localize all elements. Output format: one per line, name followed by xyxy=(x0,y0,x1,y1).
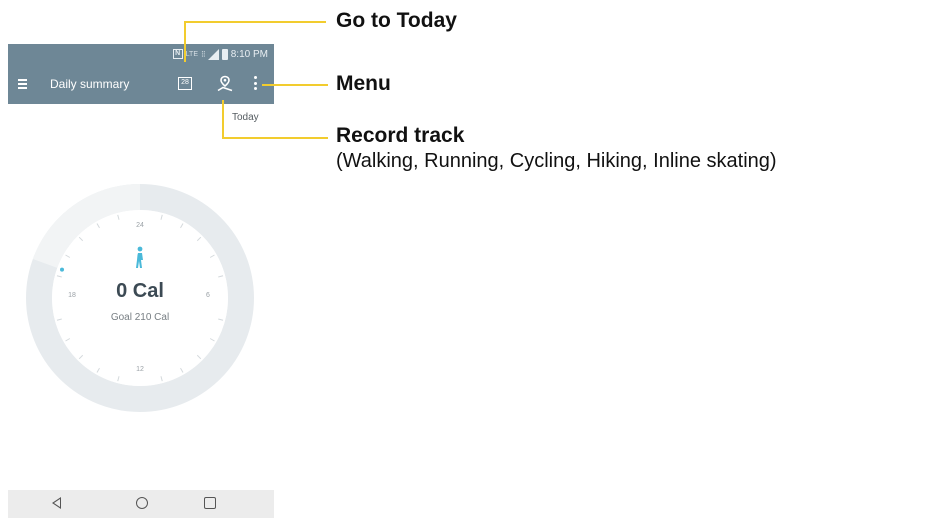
callout-record-track-activities: (Walking, Running, Cycling, Hiking, Inli… xyxy=(336,150,777,172)
callout-record-track: Record track xyxy=(336,124,465,147)
network-type: LTE xyxy=(185,50,199,58)
calorie-value: 0 Cal xyxy=(116,280,164,302)
vibrate-icon: ⁝⁝ xyxy=(201,48,206,59)
status-bar: N LTE ⁝⁝ 8:10 PM xyxy=(8,44,274,64)
system-nav-bar xyxy=(8,490,274,518)
callout-line-menu xyxy=(262,84,328,86)
battery-icon xyxy=(221,48,228,60)
calorie-dial: 24 6 12 18 0 Cal Goal 210 Cal xyxy=(26,184,254,412)
dial-now-marker xyxy=(60,267,65,272)
recents-icon[interactable] xyxy=(204,497,216,509)
record-track-icon[interactable] xyxy=(216,75,234,93)
walking-person-icon xyxy=(132,246,148,270)
phone-screen: N LTE ⁝⁝ 8:10 PM Daily summary 28 Today … xyxy=(8,44,274,518)
hamburger-icon[interactable] xyxy=(18,79,27,89)
tick-label-bottom: 12 xyxy=(136,366,144,373)
signal-icon xyxy=(207,48,219,60)
app-title: Daily summary xyxy=(50,77,130,91)
callout-line-track-horizontal xyxy=(222,137,328,139)
home-icon[interactable] xyxy=(136,497,148,509)
menu-icon[interactable] xyxy=(254,76,258,92)
status-icons: N LTE ⁝⁝ 8:10 PM xyxy=(172,48,268,60)
calorie-goal: Goal 210 Cal xyxy=(110,312,170,323)
tick-label-top: 24 xyxy=(136,222,144,229)
callout-line-today-vertical xyxy=(184,22,186,62)
app-bar: Daily summary 28 xyxy=(8,64,274,104)
callout-menu: Menu xyxy=(336,72,391,95)
nfc-icon: N xyxy=(172,49,183,59)
status-time: 8:10 PM xyxy=(230,48,268,60)
callout-go-to-today: Go to Today xyxy=(336,9,457,32)
back-icon[interactable] xyxy=(52,497,61,509)
calendar-icon[interactable]: 28 xyxy=(178,77,192,90)
callout-line-track-vertical xyxy=(222,100,224,138)
callout-line-today-horizontal xyxy=(184,21,326,23)
date-label: Today xyxy=(232,112,259,123)
